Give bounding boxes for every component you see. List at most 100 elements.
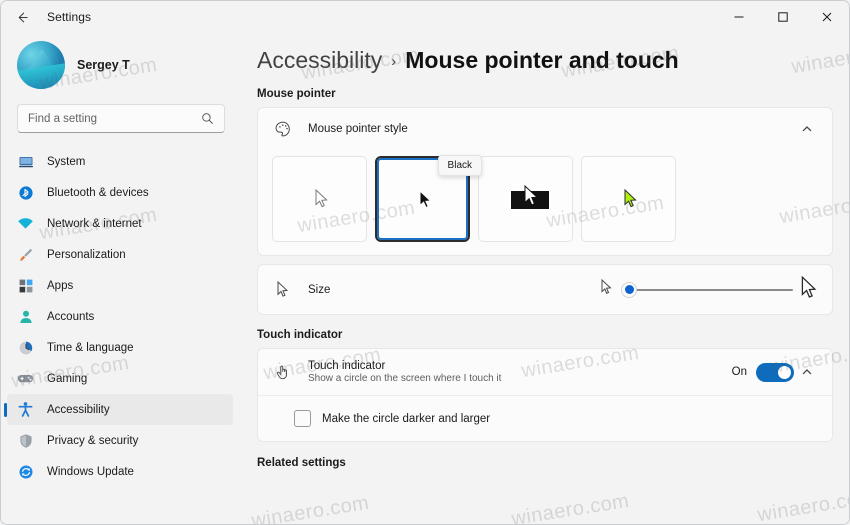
breadcrumb-parent[interactable]: Accessibility xyxy=(257,47,382,74)
cursor-inverted-icon xyxy=(507,183,553,218)
title-bar: Settings xyxy=(1,1,849,33)
gamepad-icon xyxy=(17,370,34,387)
mouse-pointer-style-row[interactable]: Mouse pointer style xyxy=(258,108,832,150)
profile-block[interactable]: Sergey T xyxy=(17,41,239,89)
pointer-size-slider-area xyxy=(601,275,818,304)
close-button[interactable] xyxy=(805,1,849,33)
sidebar-item-apps[interactable]: Apps xyxy=(7,270,233,301)
sidebar-item-accessibility[interactable]: Accessibility xyxy=(4,394,233,425)
sidebar-nav: System Bluetooth & devices Network & int… xyxy=(1,146,239,487)
cursor-small-icon xyxy=(272,279,294,301)
pointer-option-inverted[interactable] xyxy=(478,156,573,242)
settings-window: Settings Sergey T Find a setting System … xyxy=(0,0,850,525)
search-icon xyxy=(201,112,214,125)
mouse-pointer-style-title: Mouse pointer style xyxy=(308,123,408,135)
sidebar-item-label: Privacy & security xyxy=(47,434,139,447)
cursor-black-icon xyxy=(419,189,434,215)
toggle-knob xyxy=(778,365,791,379)
sidebar-item-label: Windows Update xyxy=(47,465,134,478)
sidebar-item-bluetooth-devices[interactable]: Bluetooth & devices xyxy=(7,177,233,208)
sidebar-item-windows-update[interactable]: Windows Update xyxy=(7,456,233,487)
touch-indicator-texts: Touch indicator Show a circle on the scr… xyxy=(308,360,501,384)
shield-icon xyxy=(17,432,34,449)
slider-track[interactable] xyxy=(630,288,793,291)
section-heading-touch-indicator: Touch indicator xyxy=(257,329,343,341)
sidebar-item-personalization[interactable]: Personalization xyxy=(7,239,233,270)
accessibility-icon xyxy=(17,401,34,418)
sidebar-item-label: Gaming xyxy=(47,372,88,385)
pointer-option-tooltip: Black xyxy=(437,155,482,176)
monitor-icon xyxy=(17,153,34,170)
caption-buttons xyxy=(717,1,849,33)
back-button[interactable] xyxy=(7,2,37,32)
window-title: Settings xyxy=(47,10,92,24)
page-title: Mouse pointer and touch xyxy=(405,47,679,73)
touch-indicator-card: Touch indicator Show a circle on the scr… xyxy=(257,348,833,442)
sidebar-item-label: Personalization xyxy=(47,248,126,261)
darker-larger-circle-label: Make the circle darker and larger xyxy=(322,412,491,425)
sidebar-item-label: Accounts xyxy=(47,310,95,323)
sidebar-item-gaming[interactable]: Gaming xyxy=(7,363,233,394)
clock-icon xyxy=(17,339,34,356)
chevron-up-icon[interactable] xyxy=(794,123,820,135)
breadcrumb-separator-icon: › xyxy=(391,53,397,70)
sidebar-item-accounts[interactable]: Accounts xyxy=(7,301,233,332)
back-arrow-icon xyxy=(15,10,30,25)
toggle-state-label: On xyxy=(731,366,747,378)
sidebar-item-system[interactable]: System xyxy=(7,146,233,177)
paintbrush-icon xyxy=(17,246,34,263)
sidebar-item-time-language[interactable]: Time & language xyxy=(7,332,233,363)
palette-icon xyxy=(272,118,294,140)
section-heading-mouse-pointer: Mouse pointer xyxy=(257,88,336,100)
minimize-icon xyxy=(733,11,745,23)
sidebar-item-label: Bluetooth & devices xyxy=(47,186,149,199)
maximize-button[interactable] xyxy=(761,1,805,33)
pointer-style-options: Black xyxy=(258,150,832,255)
sidebar-item-privacy-security[interactable]: Privacy & security xyxy=(7,425,233,456)
pointer-size-slider[interactable] xyxy=(621,281,793,298)
sidebar-item-label: Time & language xyxy=(47,341,134,354)
pointer-size-title: Size xyxy=(308,283,331,296)
touch-hand-icon xyxy=(272,361,294,383)
sidebar-item-label: Apps xyxy=(47,279,74,292)
breadcrumb: Accessibility › Mouse pointer and touch xyxy=(257,47,849,74)
sidebar-item-label: Accessibility xyxy=(47,403,110,416)
touch-indicator-toggle-wrap: On xyxy=(731,362,794,382)
maximize-icon xyxy=(777,11,789,23)
touch-indicator-toggle[interactable] xyxy=(756,362,794,382)
cursor-large-icon xyxy=(801,275,818,304)
close-icon xyxy=(821,11,833,23)
search-box[interactable] xyxy=(17,104,225,133)
pointer-option-black[interactable]: Black xyxy=(375,155,482,242)
profile-name: Sergey T xyxy=(77,58,130,72)
pointer-size-card: Size xyxy=(257,264,833,315)
slider-thumb[interactable] xyxy=(621,281,637,298)
section-heading-related-settings: Related settings xyxy=(257,457,346,469)
darker-larger-circle-row[interactable]: Make the circle darker and larger xyxy=(258,396,832,441)
cursor-custom-icon xyxy=(624,188,639,214)
pointer-size-row: Size xyxy=(258,265,832,314)
pointer-option-custom[interactable] xyxy=(581,156,676,242)
wifi-icon xyxy=(17,215,34,232)
touch-indicator-subtitle: Show a circle on the screen where I touc… xyxy=(308,373,502,384)
mouse-pointer-style-card: Mouse pointer style Black xyxy=(257,107,833,256)
touch-indicator-row[interactable]: Touch indicator Show a circle on the scr… xyxy=(258,349,832,395)
pointer-option-white[interactable] xyxy=(272,156,367,242)
bluetooth-icon xyxy=(17,184,34,201)
search-input[interactable] xyxy=(18,105,201,132)
cursor-small-icon xyxy=(601,278,613,300)
update-icon xyxy=(17,463,34,480)
sidebar: Sergey T System Bluetooth & devices xyxy=(1,33,239,524)
touch-indicator-title: Touch indicator xyxy=(308,360,386,372)
chevron-up-icon[interactable] xyxy=(794,366,820,378)
main-content: Accessibility › Mouse pointer and touch … xyxy=(239,33,849,524)
apps-icon xyxy=(17,277,34,294)
avatar xyxy=(17,41,65,89)
cursor-white-icon xyxy=(315,188,330,214)
sidebar-item-network-internet[interactable]: Network & internet xyxy=(7,208,233,239)
minimize-button[interactable] xyxy=(717,1,761,33)
person-icon xyxy=(17,308,34,325)
sidebar-item-label: Network & internet xyxy=(47,217,142,230)
sidebar-item-label: System xyxy=(47,155,86,168)
darker-larger-circle-checkbox[interactable] xyxy=(294,410,311,427)
